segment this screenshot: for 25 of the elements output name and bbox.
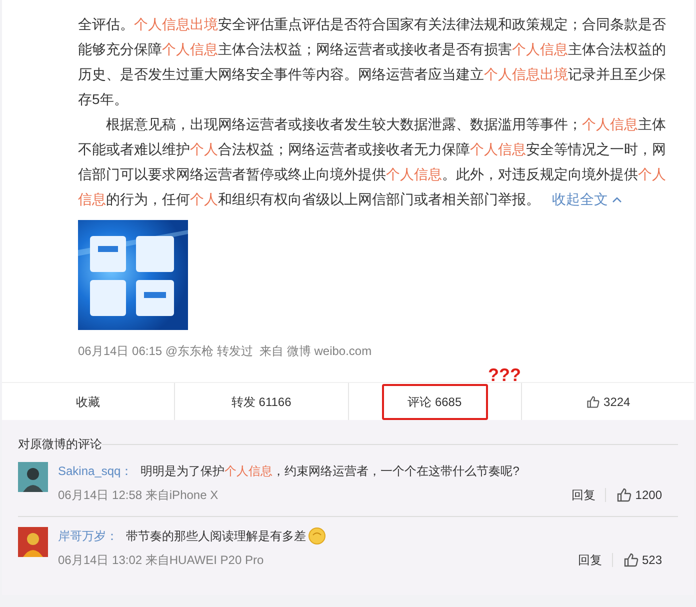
like-button[interactable]: 1200 bbox=[606, 486, 678, 504]
like-button[interactable]: 3224 bbox=[560, 384, 656, 420]
collapse-link[interactable]: 收起全文 bbox=[552, 187, 622, 212]
annotation-text: ??? bbox=[488, 365, 521, 385]
post-paragraph: 根据意见稿，出现网络运营者或接收者发生较大数据泄露、数据滥用等事件；个人信息主体不能或者难以维护个人合法权益；网络运营者或接收者无力保障个人信息安全等情况之一时，网信部门可以要求网络运营者暂停或终止向境外提供个人信息。此外，对违反规定向境外提供个人信息的行为，任何个人和组织有权向省级以上网信部门或者相关部门举报。 收起全文 bbox=[78, 112, 674, 212]
caret-up-icon bbox=[612, 194, 622, 204]
avatar[interactable] bbox=[18, 527, 48, 557]
thumbs-up-icon bbox=[616, 487, 632, 503]
like-button[interactable]: 523 bbox=[612, 551, 678, 569]
emoji-icon bbox=[308, 527, 326, 545]
action-button[interactable]: 转发 61166 bbox=[205, 384, 318, 420]
thumbs-up-icon bbox=[622, 552, 639, 568]
comments-heading: 对原微博的评论 bbox=[18, 436, 102, 452]
post-meta: 06月14日 06:15 @东东枪 转发过 来自 微博 weibo.com bbox=[78, 343, 373, 360]
post-paragraph: 全评估。个人信息出境安全评估重点评估是否符合国家有关法律法规和政策规定；合同条款是否能够充分保障个人信息主体合法权益；网络运营者或接收者是否有损害个人信息主体合法权益的历史、是否发生过重大网络安全事件等内容。网络运营者应当建立个人信息出境记录并且至少保存5年。 bbox=[78, 15, 667, 109]
thumbs-up-icon bbox=[586, 394, 600, 408]
comment-text: 岸哥万岁： 带节奏的那些人阅读理解是有多差 bbox=[58, 527, 678, 545]
action-button[interactable]: 收藏 bbox=[50, 384, 126, 420]
action-button[interactable]: 评论 6685 bbox=[382, 384, 488, 420]
reply-button[interactable]: 回复 bbox=[578, 553, 613, 567]
avatar[interactable] bbox=[18, 462, 48, 492]
reply-button[interactable]: 回复 bbox=[571, 488, 606, 502]
comment-text: Sakina_sqq： 明明是为了保护个人信息，约束网络运营者，一个个在这带什么节奏呢? bbox=[58, 463, 520, 480]
comment-time: 06月14日 12:58 来自iPhone X bbox=[58, 487, 220, 504]
comment-time: 06月14日 13:02 来自HUAWEI P20 Pro bbox=[58, 552, 265, 569]
